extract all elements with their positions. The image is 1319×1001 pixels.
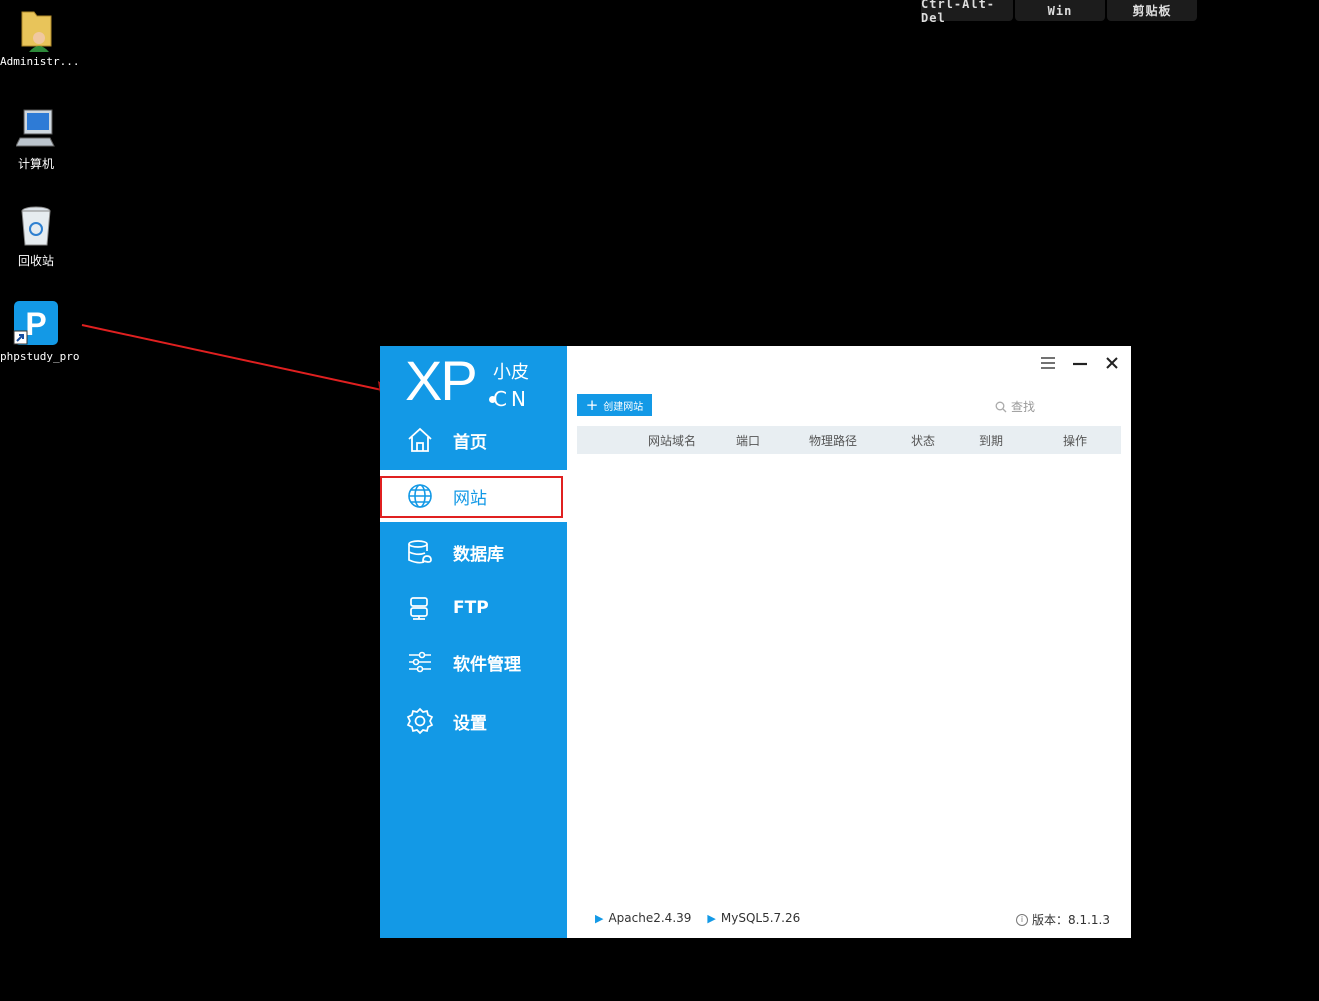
service-status: ▶ Apache2.4.39 ▶ MySQL5.7.26: [595, 911, 800, 925]
phpstudy-window: XP 小皮 CN 首页 网站 数据库 FTP 软件管理 设置 + 创建网站 查找…: [380, 346, 1131, 938]
win-key-button[interactable]: Win: [1015, 0, 1105, 21]
computer-icon: [15, 108, 56, 152]
ftp-icon: [405, 593, 435, 623]
info-icon: i: [1016, 913, 1028, 926]
desktop-icon-phpstudy[interactable]: P phpstudy_pro: [0, 301, 79, 363]
gear-icon: [405, 706, 435, 736]
highlight-box: [380, 476, 563, 518]
recycle-bin-icon: [16, 205, 56, 249]
col-expire: 到期: [979, 433, 1004, 448]
minimize-button[interactable]: [1071, 354, 1089, 372]
close-button[interactable]: [1103, 354, 1121, 372]
menu-icon[interactable]: [1039, 354, 1057, 372]
window-controls: [1039, 354, 1121, 372]
nav-item-home[interactable]: 首页: [380, 414, 567, 466]
nav-item-database[interactable]: 数据库: [380, 526, 567, 578]
create-website-button[interactable]: + 创建网站: [577, 394, 652, 416]
col-port: 端口: [736, 433, 761, 448]
nav-item-software[interactable]: 软件管理: [380, 636, 567, 688]
nav-item-settings[interactable]: 设置: [380, 695, 567, 747]
desktop-icon-administrator[interactable]: Administr...: [0, 8, 79, 68]
desktop-icon-computer[interactable]: 计算机: [0, 108, 72, 172]
database-icon: [405, 537, 435, 567]
col-actions: 操作: [1063, 433, 1088, 448]
svg-text:P: P: [25, 306, 46, 342]
phpstudy-shortcut-icon: P: [13, 301, 59, 347]
remote-toolbar: Ctrl-Alt-Del Win 剪贴板: [921, 0, 1197, 25]
home-icon: [405, 425, 435, 455]
play-icon: ▶: [595, 911, 604, 925]
version-info: i 版本：8.1.1.3: [1016, 911, 1110, 928]
nav-item-ftp[interactable]: FTP: [380, 582, 567, 634]
col-path: 物理路径: [809, 433, 858, 448]
play-icon: ▶: [707, 911, 716, 925]
clipboard-button[interactable]: 剪贴板: [1107, 0, 1197, 21]
sidebar: XP 小皮 CN 首页 网站 数据库 FTP 软件管理 设置: [380, 346, 567, 938]
site-table-header: 网站域名 端口 物理路径 状态 到期 操作: [577, 426, 1121, 454]
mysql-status[interactable]: MySQL5.7.26: [721, 911, 800, 925]
search-icon: [995, 401, 1007, 412]
col-status: 状态: [911, 433, 936, 448]
user-folder-icon: [16, 8, 56, 52]
ctrl-alt-del-button[interactable]: Ctrl-Alt-Del: [921, 0, 1013, 25]
apache-status[interactable]: Apache2.4.39: [608, 911, 691, 925]
col-domain: 网站域名: [648, 433, 697, 448]
sliders-icon: [405, 647, 435, 677]
search-input[interactable]: 查找: [995, 398, 1085, 415]
desktop-icon-recycle-bin[interactable]: 回收站: [0, 205, 72, 269]
plus-icon: +: [585, 396, 599, 414]
